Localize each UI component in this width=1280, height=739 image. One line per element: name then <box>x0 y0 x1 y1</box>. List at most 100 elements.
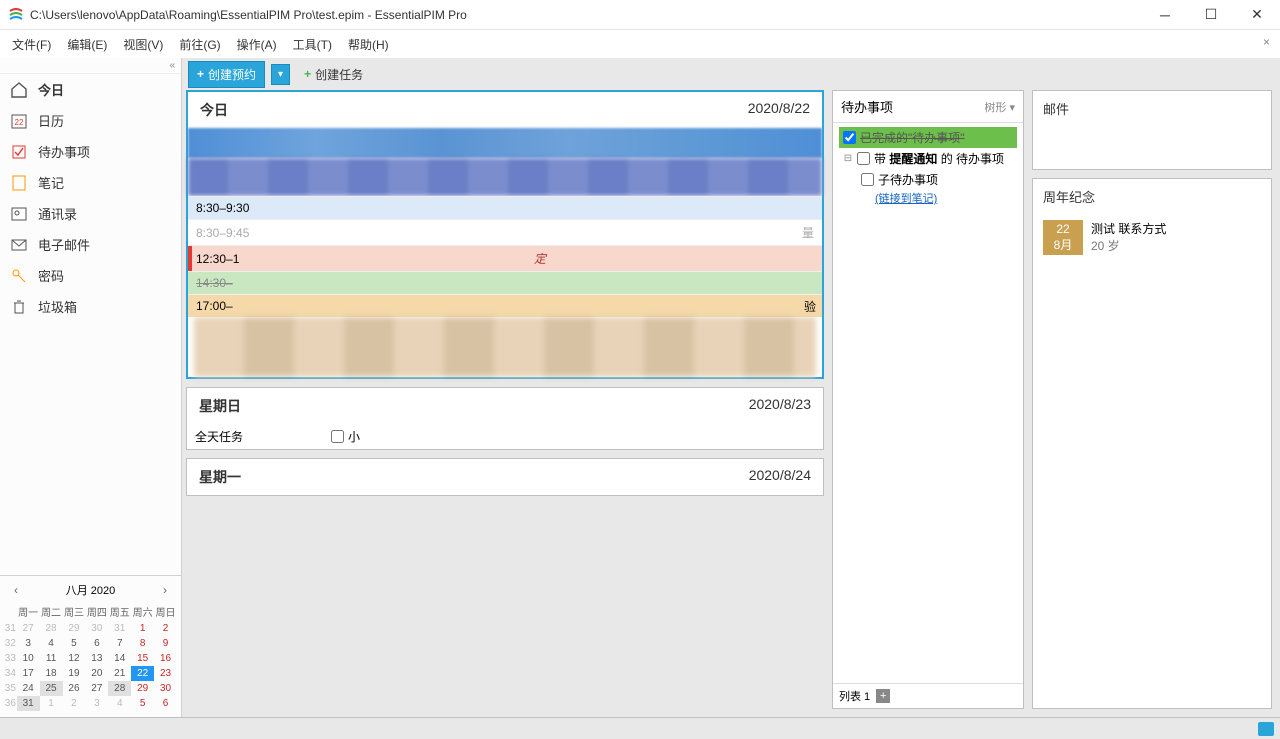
minical-day[interactable]: 3 <box>85 696 108 711</box>
minical-day[interactable]: 4 <box>40 636 63 651</box>
tab-close-icon[interactable]: × <box>1257 32 1276 52</box>
anniversary-age: 20 岁 <box>1091 237 1166 254</box>
minical-day[interactable]: 29 <box>131 681 154 696</box>
event-row[interactable]: 14:30– <box>188 271 822 294</box>
todo-item-done[interactable]: 已完成的"待办事项" <box>839 127 1017 148</box>
minical-day[interactable]: 23 <box>154 666 177 681</box>
menu-help[interactable]: 帮助(H) <box>340 32 397 57</box>
minical-day[interactable]: 31 <box>108 621 131 636</box>
minical-next[interactable]: › <box>157 583 173 597</box>
sidebar-item-mail[interactable]: 电子邮件 <box>0 229 181 260</box>
add-list-button[interactable]: + <box>876 689 890 703</box>
mini-calendar: ‹ 八月 2020 › 周一周二周三周四周五周六周日 3127282930311… <box>0 575 181 717</box>
new-appointment-dropdown[interactable]: ▾ <box>271 64 290 85</box>
minical-day[interactable]: 27 <box>17 621 40 636</box>
mail-panel: 邮件 <box>1032 90 1272 170</box>
minical-day[interactable]: 4 <box>108 696 131 711</box>
sidebar-item-passwords[interactable]: 密码 <box>0 260 181 291</box>
minical-day[interactable]: 30 <box>154 681 177 696</box>
minical-day[interactable]: 10 <box>17 651 40 666</box>
minical-day[interactable]: 1 <box>131 621 154 636</box>
minical-day[interactable]: 9 <box>154 636 177 651</box>
minical-day[interactable]: 6 <box>154 696 177 711</box>
menu-action[interactable]: 操作(A) <box>229 32 285 57</box>
minical-day[interactable]: 31 <box>17 696 40 711</box>
tree-collapse-icon[interactable]: ⊟ <box>843 153 853 164</box>
minical-day[interactable]: 5 <box>131 696 154 711</box>
menu-edit[interactable]: 编辑(E) <box>59 32 115 57</box>
minical-day[interactable]: 11 <box>40 651 63 666</box>
minical-day[interactable]: 2 <box>154 621 177 636</box>
sidebar-item-calendar[interactable]: 22 日历 <box>0 105 181 136</box>
event-blurred[interactable] <box>188 158 822 196</box>
menu-tools[interactable]: 工具(T) <box>285 32 340 57</box>
minical-day[interactable]: 25 <box>40 681 63 696</box>
task-checkbox[interactable] <box>331 430 344 443</box>
minical-day[interactable]: 18 <box>40 666 63 681</box>
sidebar-collapse-icon[interactable]: « <box>0 58 181 74</box>
minical-day[interactable]: 14 <box>108 651 131 666</box>
menu-view[interactable]: 视图(V) <box>115 32 171 57</box>
minical-day[interactable]: 7 <box>108 636 131 651</box>
day-name: 星期日 <box>199 396 241 416</box>
event-blurred[interactable] <box>188 128 822 158</box>
new-appointment-button[interactable]: + 创建预约 <box>188 61 265 88</box>
new-task-button[interactable]: + 创建任务 <box>296 62 371 87</box>
menu-file[interactable]: 文件(F) <box>4 32 59 57</box>
minical-day[interactable]: 6 <box>85 636 108 651</box>
minical-month-label[interactable]: 八月 2020 <box>24 582 157 598</box>
minical-day[interactable]: 15 <box>131 651 154 666</box>
list-tab[interactable]: 列表 1 <box>839 688 870 704</box>
event-row[interactable]: 12:30–1 定 <box>188 245 822 271</box>
maximize-button[interactable]: ☐ <box>1188 0 1234 30</box>
sidebar-item-label: 垃圾箱 <box>38 297 77 316</box>
sidebar-item-contacts[interactable]: 通讯录 <box>0 198 181 229</box>
minical-prev[interactable]: ‹ <box>8 583 24 597</box>
minical-day[interactable]: 5 <box>63 636 86 651</box>
minical-day[interactable]: 13 <box>85 651 108 666</box>
todo-checkbox[interactable] <box>843 131 856 144</box>
sidebar-item-trash[interactable]: 垃圾箱 <box>0 291 181 322</box>
check-icon <box>10 143 28 161</box>
minical-day[interactable]: 16 <box>154 651 177 666</box>
todo-checkbox[interactable] <box>861 173 874 186</box>
anniversary-item[interactable]: 22 8月 测试 联系方式 20 岁 <box>1033 214 1271 261</box>
minical-day[interactable]: 27 <box>85 681 108 696</box>
todo-item-child[interactable]: 子待办事项 <box>857 169 1017 190</box>
minical-day[interactable]: 1 <box>40 696 63 711</box>
event-row[interactable]: 17:00– 验 <box>188 294 822 317</box>
close-button[interactable]: ✕ <box>1234 0 1280 30</box>
status-bar <box>0 717 1280 739</box>
sidebar-item-notes[interactable]: 笔记 <box>0 167 181 198</box>
minical-day[interactable]: 8 <box>131 636 154 651</box>
minical-day[interactable]: 29 <box>63 621 86 636</box>
todo-item[interactable]: ⊟ 带 提醒通知 的 待办事项 <box>839 148 1017 169</box>
chat-icon[interactable] <box>1258 722 1274 736</box>
minimize-button[interactable]: ─ <box>1142 0 1188 30</box>
menu-goto[interactable]: 前往(G) <box>171 32 228 57</box>
allday-row[interactable]: 全天任务 小 <box>187 424 823 449</box>
minical-day[interactable]: 24 <box>17 681 40 696</box>
todo-panel: 待办事项 树形 ▾ 已完成的"待办事项" ⊟ 带 提醒通知 的 待办事项 <box>832 90 1024 709</box>
todo-link-notes[interactable]: (链接到笔记) <box>875 190 1017 206</box>
minical-day[interactable]: 26 <box>63 681 86 696</box>
todo-view-dropdown[interactable]: 树形 ▾ <box>984 99 1015 115</box>
sidebar-item-todo[interactable]: 待办事项 <box>0 136 181 167</box>
minical-day[interactable]: 12 <box>63 651 86 666</box>
minical-day[interactable]: 22 <box>131 666 154 681</box>
minical-day[interactable]: 2 <box>63 696 86 711</box>
minical-day[interactable]: 19 <box>63 666 86 681</box>
event-row[interactable]: 8:30–9:30 <box>188 196 822 219</box>
minical-day[interactable]: 3 <box>17 636 40 651</box>
minical-day[interactable]: 30 <box>85 621 108 636</box>
minical-day[interactable]: 20 <box>85 666 108 681</box>
todo-checkbox[interactable] <box>857 152 870 165</box>
sidebar-item-today[interactable]: 今日 <box>0 74 181 105</box>
plus-icon: + <box>197 67 204 81</box>
minical-day[interactable]: 21 <box>108 666 131 681</box>
event-row[interactable]: 8:30–9:45 量 <box>188 219 822 245</box>
day-date: 2020/8/24 <box>749 467 811 487</box>
minical-day[interactable]: 28 <box>108 681 131 696</box>
minical-day[interactable]: 28 <box>40 621 63 636</box>
minical-day[interactable]: 17 <box>17 666 40 681</box>
